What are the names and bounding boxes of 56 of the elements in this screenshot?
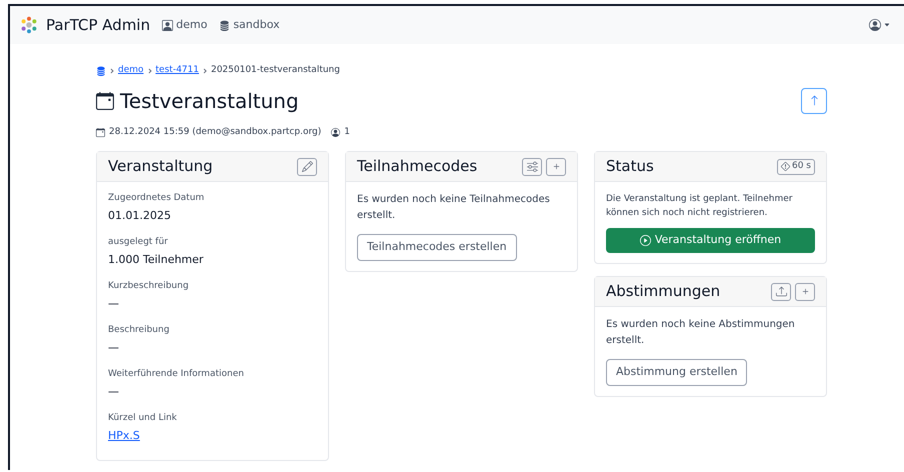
field-label: Beschreibung xyxy=(108,324,170,337)
database-icon xyxy=(219,20,230,30)
scroll-up-button[interactable] xyxy=(801,88,827,114)
field-value: 01.01.2025 xyxy=(108,208,172,224)
empty-message: Es wurden noch keine Teilnahmecodes erstellt. xyxy=(357,193,551,223)
upload-icon xyxy=(776,286,786,297)
sliders-icon xyxy=(526,161,538,172)
breadcrumb-link[interactable]: demo xyxy=(118,64,144,78)
play-icon xyxy=(640,235,651,246)
logo-icon xyxy=(20,16,38,34)
field-label: Zugeordnetes Datum xyxy=(108,192,206,205)
field-value: 1.000 Teilnehmer xyxy=(108,252,204,268)
field-label: ausgelegt für xyxy=(108,236,169,249)
field-value: — xyxy=(108,340,120,356)
breadcrumb-link[interactable]: test-4711 xyxy=(156,64,199,78)
caret-icon[interactable] xyxy=(884,22,890,28)
database-icon xyxy=(96,66,106,76)
chevron-icon xyxy=(202,68,207,74)
card-title: Abstimmungen xyxy=(606,281,720,302)
card-title: Status xyxy=(606,156,654,178)
user-icon[interactable] xyxy=(869,19,881,31)
field-label: Kurzbeschreibung xyxy=(108,280,190,293)
create-codes-button[interactable]: Teilnahmecodes erstellen xyxy=(357,234,517,260)
short-link[interactable]: HPx.S xyxy=(108,428,140,444)
settings-button[interactable] xyxy=(522,158,542,176)
field-label: Kürzel und Link xyxy=(108,412,178,425)
open-event-button[interactable]: Veranstaltung eröffnen xyxy=(606,228,815,253)
field-value: — xyxy=(108,384,120,400)
field-label: Weiterführende Informationen xyxy=(108,368,245,381)
edit-button[interactable] xyxy=(297,158,317,176)
created-info: 28.12.2024 15:59 (demo@sandbox.partcp.org) xyxy=(109,126,322,138)
card-title: Veranstaltung xyxy=(108,156,213,178)
add-button[interactable] xyxy=(546,158,566,176)
brand[interactable]: ParTCP Admin xyxy=(46,14,150,36)
pencil-icon xyxy=(302,161,312,172)
arrow-up-icon xyxy=(808,95,820,106)
empty-message: Es wurden noch keine Abstimmungen erstellt. xyxy=(606,318,796,348)
field-value: — xyxy=(108,296,120,312)
card-title: Teilnahmecodes xyxy=(357,156,478,178)
calendar-icon xyxy=(96,92,114,110)
chevron-icon xyxy=(148,68,152,74)
calendar-icon xyxy=(96,128,105,137)
timer-badge: 60 s xyxy=(776,158,815,174)
create-vote-button[interactable]: Abstimmung erstellen xyxy=(606,359,748,386)
add-button[interactable] xyxy=(795,282,815,300)
person-icon xyxy=(331,128,340,137)
upload-button[interactable] xyxy=(771,282,791,300)
chevron-icon xyxy=(110,68,114,74)
breadcrumb-current: 20250101-testveranstaltung xyxy=(210,64,340,77)
contact-icon xyxy=(162,20,174,30)
status-message: Die Veranstaltung ist geplant. Teilnehmer können sich noch nicht registrieren. xyxy=(606,193,794,220)
participant-count: 1 xyxy=(344,126,350,138)
page-title: Testveranstaltung xyxy=(120,88,299,114)
warning-icon xyxy=(780,162,790,171)
navbar-item[interactable]: sandbox xyxy=(219,16,280,34)
navbar-item[interactable]: demo xyxy=(162,16,208,34)
